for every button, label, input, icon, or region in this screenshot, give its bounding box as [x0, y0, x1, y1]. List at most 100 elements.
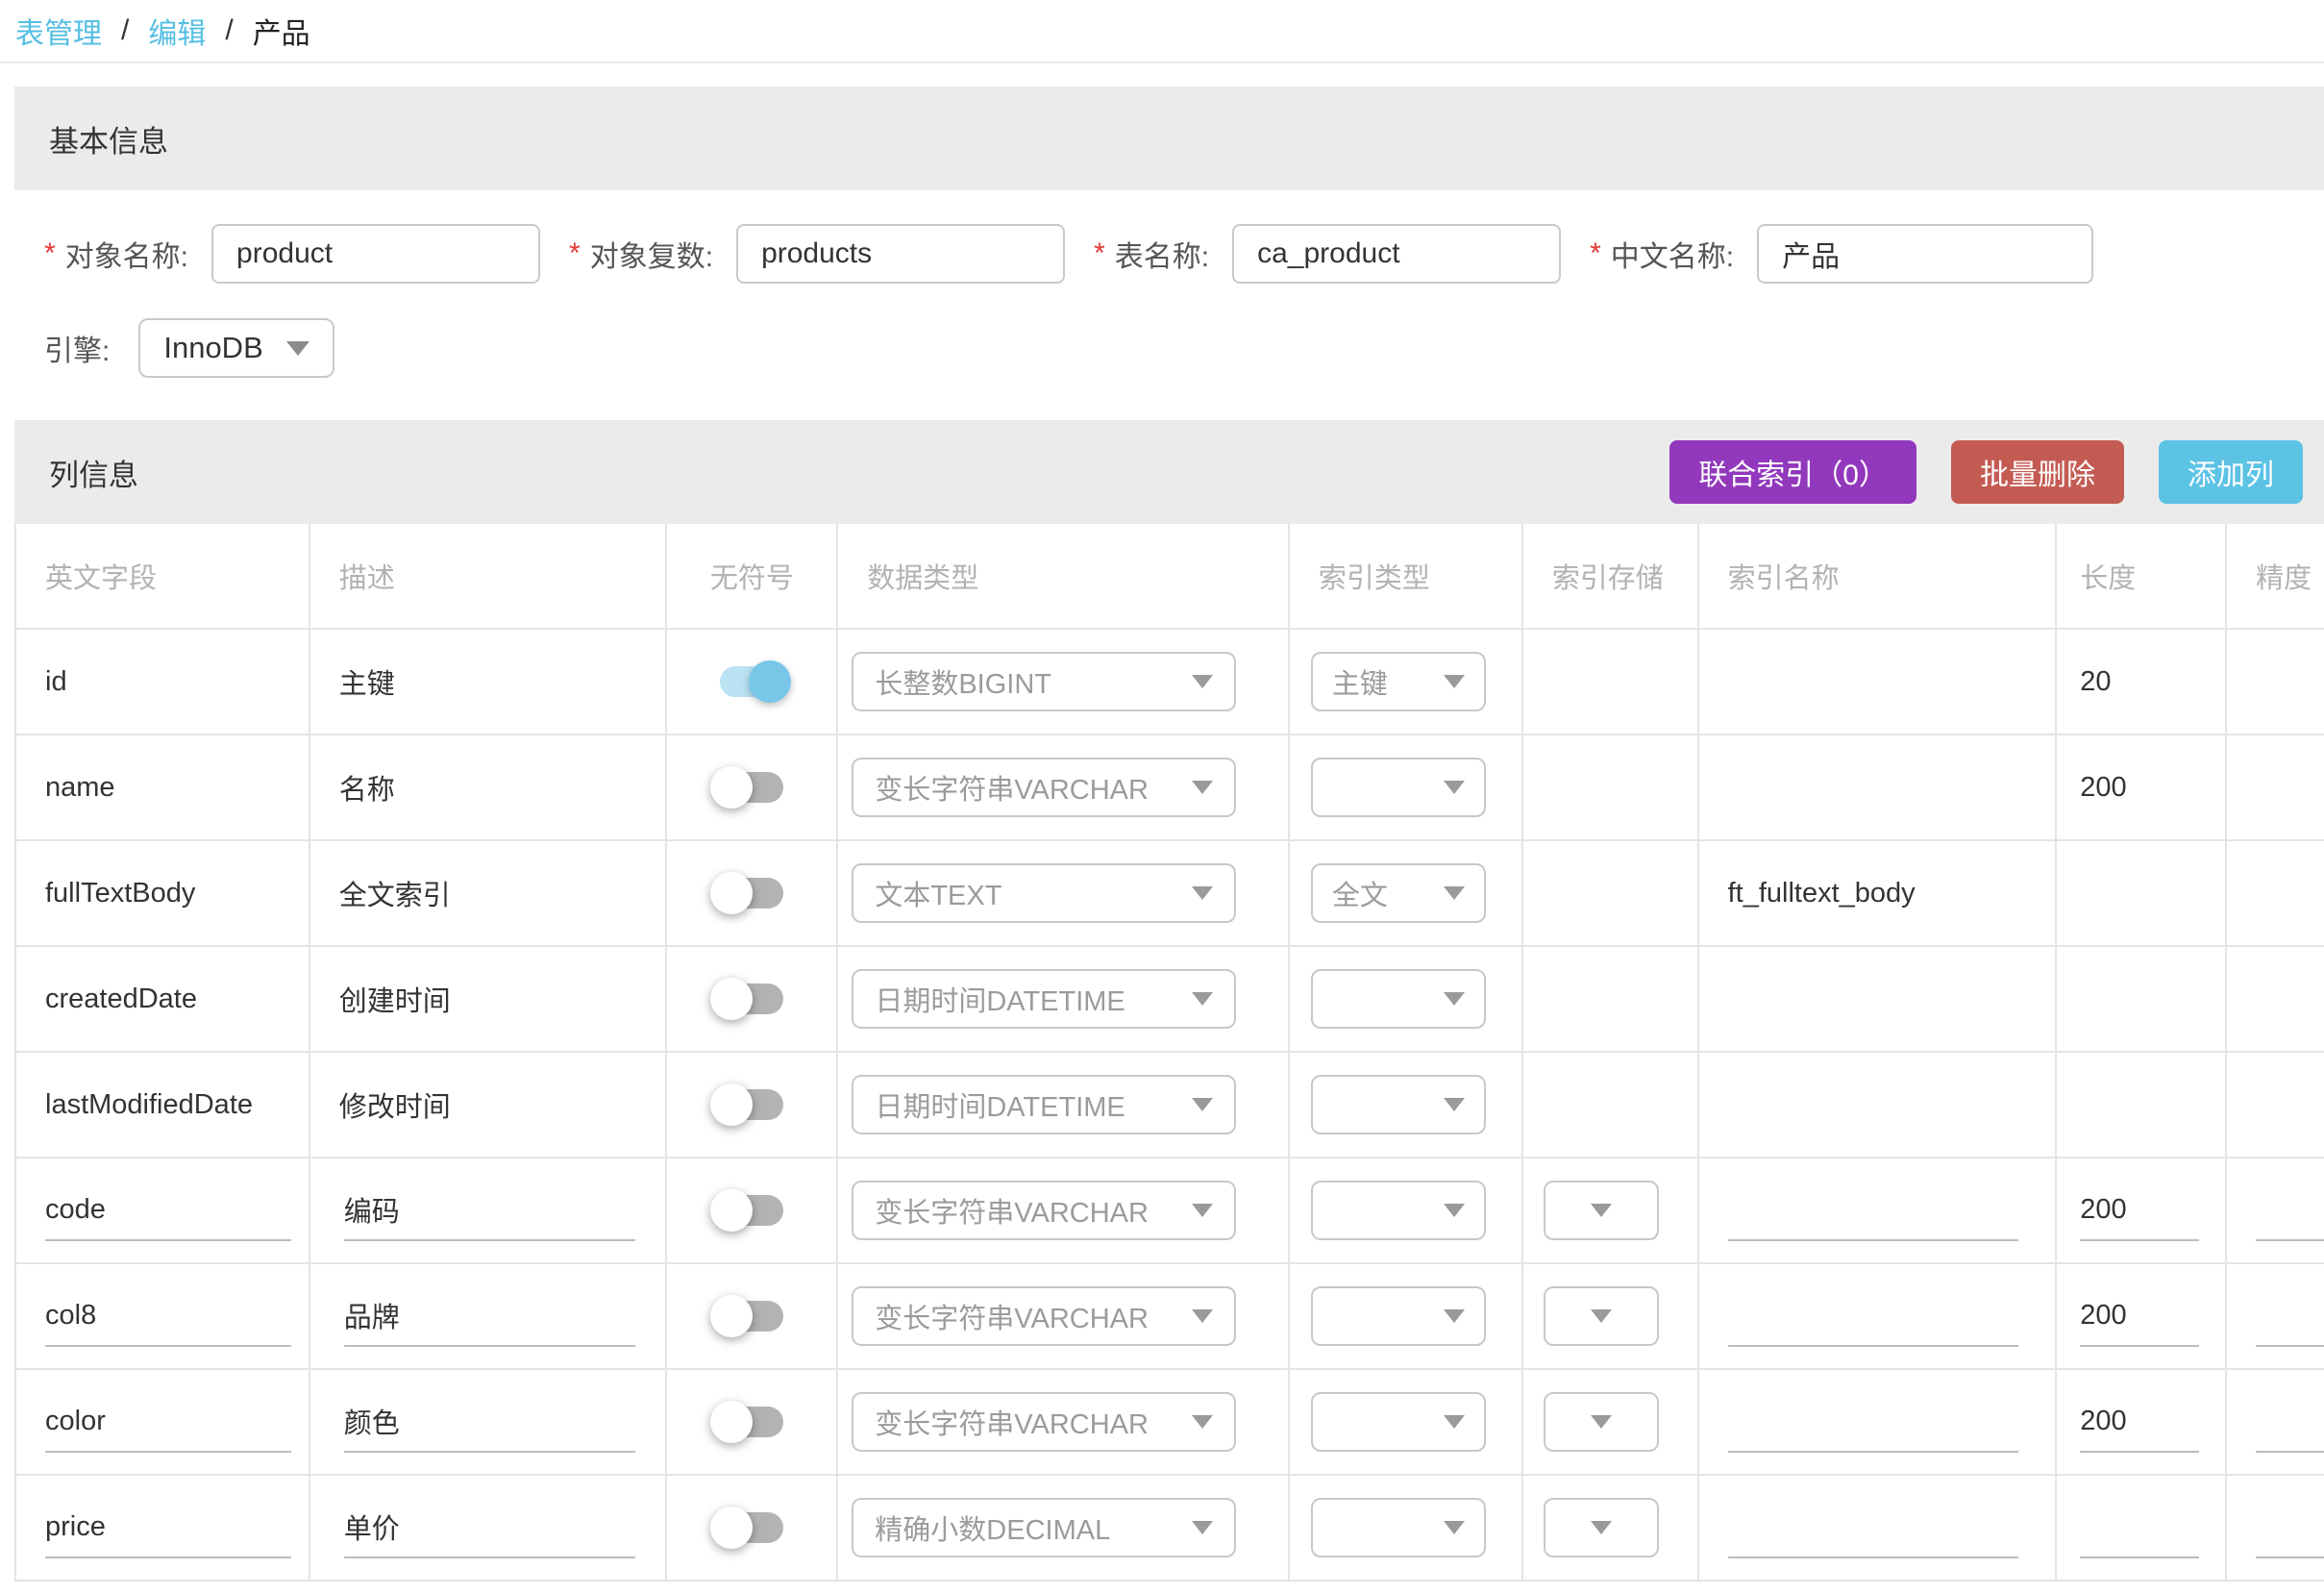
unsigned-toggle[interactable] — [716, 870, 787, 916]
engine-label: 引擎: — [44, 327, 110, 369]
length-input[interactable] — [2080, 1497, 2199, 1558]
breadcrumb-separator: / — [225, 14, 233, 47]
table-row: color 颜色 变长字符串VARCHAR 200 — [16, 1370, 2324, 1476]
data-type-select[interactable]: 变长字符串VARCHAR — [852, 1286, 1236, 1346]
breadcrumb-link-edit[interactable]: 编辑 — [148, 10, 206, 52]
data-type-select[interactable]: 变长字符串VARCHAR — [852, 1392, 1236, 1452]
chevron-down-icon — [1192, 1521, 1213, 1534]
description-cell: 创建时间 — [310, 947, 668, 1051]
engine-select-value: InnoDB — [163, 331, 262, 365]
length-cell — [2057, 841, 2227, 945]
batch-delete-button[interactable]: 批量删除 — [1951, 440, 2124, 504]
index-name-input[interactable] — [1728, 1285, 2018, 1347]
length-input[interactable]: 200 — [2080, 1285, 2199, 1347]
index-storage-select[interactable] — [1544, 1286, 1659, 1346]
length-input[interactable]: 200 — [2080, 1391, 2199, 1453]
column-table: 英文字段 描述 无符号 数据类型 索引类型 索引存储 索引名称 长度 精度 id… — [14, 524, 2324, 1582]
table-row: id 主键 长整数BIGINT 主键 20 — [16, 630, 2324, 735]
data-type-select[interactable]: 变长字符串VARCHAR — [852, 758, 1236, 817]
description-cell: 名称 — [310, 735, 668, 839]
chevron-down-icon — [1192, 675, 1213, 688]
precision-cell — [2227, 1053, 2324, 1157]
object-plural-group: * 对象复数: — [569, 224, 1065, 284]
index-type-select[interactable]: 主键 — [1311, 652, 1486, 711]
chevron-down-icon — [286, 341, 309, 356]
unsigned-toggle[interactable] — [716, 976, 787, 1022]
index-name-cell — [1699, 630, 2058, 734]
data-type-select[interactable]: 精确小数DECIMAL — [852, 1498, 1236, 1557]
header-length: 长度 — [2057, 524, 2227, 628]
composite-index-button[interactable]: 联合索引（0） — [1669, 440, 1916, 504]
index-type-select[interactable] — [1311, 1075, 1486, 1134]
description-input[interactable]: 颜色 — [344, 1391, 635, 1453]
length-cell: 200 — [2057, 735, 2227, 839]
description-input[interactable]: 品牌 — [344, 1285, 635, 1347]
table-row: createdDate 创建时间 日期时间DATETIME — [16, 947, 2324, 1053]
header-index-name: 索引名称 — [1699, 524, 2058, 628]
table-header-row: 英文字段 描述 无符号 数据类型 索引类型 索引存储 索引名称 长度 精度 — [16, 524, 2324, 630]
chevron-down-icon — [1192, 992, 1213, 1006]
length-input[interactable]: 200 — [2080, 1180, 2199, 1241]
index-storage-cell — [1523, 1053, 1699, 1157]
unsigned-toggle[interactable] — [716, 1187, 787, 1233]
chevron-down-icon — [1591, 1415, 1612, 1429]
data-type-select[interactable]: 变长字符串VARCHAR — [852, 1181, 1236, 1240]
header-index-type: 索引类型 — [1290, 524, 1523, 628]
object-plural-input[interactable] — [736, 224, 1065, 284]
breadcrumb-link-table-management[interactable]: 表管理 — [15, 10, 102, 52]
field-name-input[interactable]: col8 — [45, 1285, 291, 1347]
index-name-input[interactable] — [1728, 1497, 2018, 1558]
chinese-name-input[interactable] — [1757, 224, 2093, 284]
chevron-down-icon — [1444, 886, 1465, 900]
chinese-name-group: * 中文名称: — [1590, 224, 2093, 284]
field-name-input[interactable]: price — [45, 1497, 291, 1558]
basic-info-section-header: 基本信息 — [14, 87, 2324, 190]
index-type-select[interactable] — [1311, 1286, 1486, 1346]
index-type-select[interactable] — [1311, 1181, 1486, 1240]
object-name-input[interactable] — [211, 224, 540, 284]
object-name-group: * 对象名称: — [44, 224, 540, 284]
unsigned-toggle[interactable] — [716, 1505, 787, 1551]
columns-section-header: 列信息 联合索引（0） 批量删除 添加列 — [14, 420, 2324, 524]
index-type-select[interactable] — [1311, 969, 1486, 1029]
field-name-input[interactable]: code — [45, 1180, 291, 1241]
table-name-input[interactable] — [1232, 224, 1561, 284]
unsigned-toggle[interactable] — [716, 1082, 787, 1128]
index-type-select[interactable] — [1311, 758, 1486, 817]
engine-select[interactable]: InnoDB — [138, 318, 334, 378]
index-storage-cell — [1523, 735, 1699, 839]
chevron-down-icon — [1591, 1521, 1612, 1534]
unsigned-toggle[interactable] — [716, 659, 787, 705]
index-type-select[interactable] — [1311, 1392, 1486, 1452]
data-type-select[interactable]: 长整数BIGINT — [852, 652, 1236, 711]
index-name-input[interactable] — [1728, 1391, 2018, 1453]
required-asterisk-icon: * — [1094, 237, 1105, 270]
chevron-down-icon — [1444, 1415, 1465, 1429]
description-input[interactable]: 编码 — [344, 1180, 635, 1241]
object-name-label: 对象名称: — [65, 233, 188, 275]
unsigned-toggle[interactable] — [716, 1399, 787, 1445]
precision-input[interactable] — [2256, 1497, 2324, 1558]
index-type-select[interactable] — [1311, 1498, 1486, 1557]
table-row: price 单价 精确小数DECIMAL — [16, 1476, 2324, 1582]
length-cell — [2057, 947, 2227, 1051]
index-storage-cell — [1523, 947, 1699, 1051]
add-column-button[interactable]: 添加列 — [2159, 440, 2303, 504]
description-input[interactable]: 单价 — [344, 1497, 635, 1558]
index-name-input[interactable] — [1728, 1180, 2018, 1241]
field-name-input[interactable]: color — [45, 1391, 291, 1453]
table-name-label: 表名称: — [1115, 233, 1209, 275]
precision-input[interactable] — [2256, 1391, 2324, 1453]
data-type-select[interactable]: 日期时间DATETIME — [852, 969, 1236, 1029]
precision-input[interactable] — [2256, 1285, 2324, 1347]
index-storage-select[interactable] — [1544, 1498, 1659, 1557]
data-type-select[interactable]: 文本TEXT — [852, 863, 1236, 923]
data-type-select[interactable]: 日期时间DATETIME — [852, 1075, 1236, 1134]
precision-input[interactable] — [2256, 1180, 2324, 1241]
unsigned-toggle[interactable] — [716, 1293, 787, 1339]
index-storage-select[interactable] — [1544, 1181, 1659, 1240]
index-storage-select[interactable] — [1544, 1392, 1659, 1452]
index-type-select[interactable]: 全文 — [1311, 863, 1486, 923]
unsigned-toggle[interactable] — [716, 764, 787, 810]
description-cell: 修改时间 — [310, 1053, 668, 1157]
